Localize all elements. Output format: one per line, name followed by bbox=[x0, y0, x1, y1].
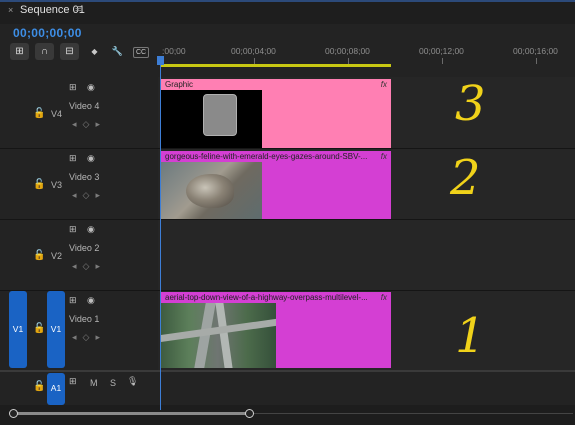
keyframe-nav-icon[interactable]: ◂◇▸ bbox=[72, 190, 106, 201]
horizontal-scrollbar[interactable] bbox=[0, 405, 575, 425]
toggle-sync-lock-icon[interactable]: ⊞ bbox=[69, 295, 77, 306]
ruler-tick bbox=[536, 58, 537, 64]
track-id[interactable]: V3 bbox=[51, 180, 62, 190]
annotation-number: 3 bbox=[455, 76, 486, 132]
scroll-handle-right[interactable] bbox=[245, 409, 254, 418]
toggle-sync-lock-icon[interactable]: ⊞ bbox=[69, 224, 77, 235]
playhead-timecode[interactable]: 00;00;00;00 bbox=[13, 26, 82, 40]
lock-icon[interactable]: 🔓 bbox=[33, 250, 45, 261]
fx-badge: fx bbox=[380, 293, 387, 302]
track-lane-v2[interactable] bbox=[158, 220, 575, 291]
keyframe-nav-icon[interactable]: ◂◇▸ bbox=[72, 119, 106, 130]
clip-body bbox=[160, 90, 391, 148]
clip-highway-video[interactable]: aerial-top-down-view-of-a-highway-overpa… bbox=[160, 292, 391, 368]
scroll-handle-left[interactable] bbox=[9, 409, 18, 418]
toggle-sync-lock-icon[interactable]: ⊞ bbox=[69, 82, 77, 93]
clip-body bbox=[160, 303, 391, 368]
sequence-tab-bar bbox=[0, 0, 575, 24]
eye-icon[interactable]: ◉ bbox=[87, 295, 95, 306]
clip-cat-video[interactable]: gorgeous-feline-with-emerald-eyes-gazes-… bbox=[160, 151, 391, 219]
clip-title: aerial-top-down-view-of-a-highway-overpa… bbox=[165, 293, 368, 302]
ruler-label: 00;00;04;00 bbox=[231, 46, 276, 56]
panel-menu-icon[interactable]: ≡ bbox=[75, 3, 81, 15]
track-id[interactable]: V4 bbox=[51, 109, 62, 119]
playhead-line[interactable] bbox=[160, 65, 161, 410]
source-patch-v1[interactable]: V1 bbox=[9, 291, 27, 368]
graphic-placeholder-shape bbox=[203, 94, 237, 136]
ruler-label: :00;00 bbox=[162, 46, 186, 56]
track-header-v2 bbox=[0, 220, 158, 291]
track-target-a1[interactable]: A1 bbox=[47, 373, 65, 405]
track-name: Video 2 bbox=[69, 243, 100, 253]
ruler-tick bbox=[442, 58, 443, 64]
track-header-v3 bbox=[0, 149, 158, 220]
clip-body bbox=[160, 162, 391, 219]
eye-icon[interactable]: ◉ bbox=[87, 224, 95, 235]
track-header-v4 bbox=[0, 77, 158, 149]
insert-overwrite-icon[interactable]: ⊞ bbox=[10, 43, 29, 60]
clip-thumbnail-cat bbox=[160, 162, 262, 219]
captions-icon[interactable]: CC bbox=[133, 47, 149, 58]
fx-badge: fx bbox=[380, 152, 387, 161]
wrench-icon[interactable]: 🔧 bbox=[108, 43, 127, 60]
track-id[interactable]: V2 bbox=[51, 251, 62, 261]
track-name: Video 1 bbox=[69, 314, 100, 324]
annotation-number: 1 bbox=[455, 308, 486, 364]
snap-icon[interactable]: ∩ bbox=[35, 43, 54, 60]
close-tab-icon[interactable]: × bbox=[8, 5, 13, 15]
eye-icon[interactable]: ◉ bbox=[87, 82, 95, 93]
clip-graphic[interactable]: Graphic fx bbox=[160, 79, 391, 148]
fx-badge: fx bbox=[380, 80, 387, 89]
microphone-icon[interactable]: 🎙 bbox=[127, 376, 138, 387]
cat-figure bbox=[186, 174, 234, 208]
ruler-label: 00;00;12;00 bbox=[419, 46, 464, 56]
clip-thumbnail-highway bbox=[160, 303, 276, 368]
keyframe-nav-icon[interactable]: ◂◇▸ bbox=[72, 261, 106, 272]
lock-icon[interactable]: 🔓 bbox=[33, 179, 45, 190]
clip-title-bar: Graphic fx bbox=[160, 79, 391, 90]
track-name: Video 4 bbox=[69, 101, 100, 111]
clip-title-bar: gorgeous-feline-with-emerald-eyes-gazes-… bbox=[160, 151, 391, 162]
clip-title: gorgeous-feline-with-emerald-eyes-gazes-… bbox=[165, 152, 368, 161]
solo-button[interactable]: S bbox=[110, 378, 116, 388]
scroll-thumb[interactable] bbox=[13, 412, 249, 415]
eye-icon[interactable]: ◉ bbox=[87, 153, 95, 164]
highway-road-shape bbox=[215, 303, 233, 368]
clip-thumbnail bbox=[160, 90, 262, 148]
clip-title-bar: aerial-top-down-view-of-a-highway-overpa… bbox=[160, 292, 391, 303]
work-area-bar[interactable] bbox=[161, 64, 391, 67]
track-name: Video 3 bbox=[69, 172, 100, 182]
track-target-v1[interactable]: V1 bbox=[47, 291, 65, 368]
clip-title: Graphic bbox=[165, 80, 194, 89]
keyframe-nav-icon[interactable]: ◂◇▸ bbox=[72, 332, 106, 343]
toggle-sync-lock-icon[interactable]: ⊞ bbox=[69, 153, 77, 164]
ruler-label: 00;00;16;00 bbox=[513, 46, 558, 56]
toggle-sync-lock-icon[interactable]: ⊞ bbox=[69, 376, 77, 387]
add-marker-icon[interactable]: ◆ bbox=[85, 43, 104, 60]
lock-icon[interactable]: 🔓 bbox=[33, 323, 45, 334]
ruler-label: 00;00;08;00 bbox=[325, 46, 370, 56]
annotation-number: 2 bbox=[450, 150, 481, 206]
playhead-handle[interactable] bbox=[157, 56, 164, 65]
mute-button[interactable]: M bbox=[90, 378, 98, 388]
track-header-a1 bbox=[0, 372, 575, 405]
lock-icon[interactable]: 🔓 bbox=[33, 381, 45, 392]
linked-selection-icon[interactable]: ⊟ bbox=[60, 43, 79, 60]
lock-icon[interactable]: 🔓 bbox=[33, 108, 45, 119]
